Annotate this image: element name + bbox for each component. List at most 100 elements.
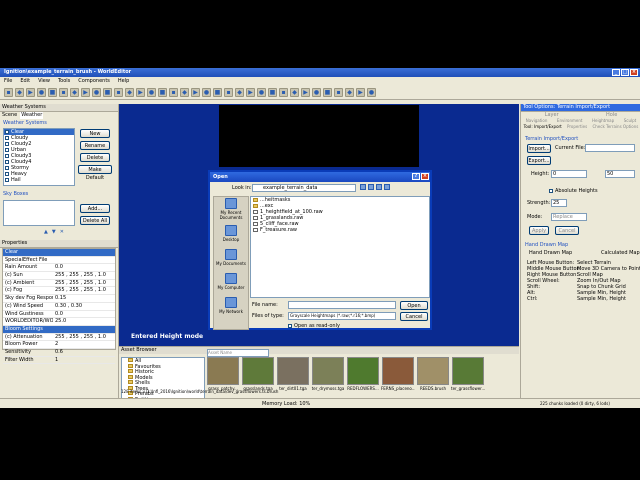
import-button[interactable]: Import... bbox=[527, 144, 551, 153]
asset-thumbnail[interactable]: FERNS_placeno... bbox=[381, 357, 415, 401]
weather-checkbox[interactable] bbox=[5, 160, 9, 164]
close-button[interactable]: × bbox=[630, 69, 638, 76]
copy-icon[interactable]: ◆ bbox=[70, 88, 79, 97]
pause-icon[interactable]: ■ bbox=[158, 88, 167, 97]
asset-thumbnail[interactable]: ter_drymoss.tga bbox=[312, 357, 344, 401]
save-icon[interactable]: ▶ bbox=[26, 88, 35, 97]
place-shortcut[interactable]: My Computer bbox=[214, 269, 248, 293]
maximize-button[interactable]: □ bbox=[621, 69, 629, 76]
dialog-help-button[interactable]: ? bbox=[412, 173, 420, 180]
property-row[interactable]: (c) Sun 255 , 255 , 255 , 1.0 bbox=[3, 272, 115, 280]
open-file-icon[interactable]: ◆ bbox=[15, 88, 24, 97]
weather-checkbox[interactable] bbox=[5, 142, 9, 146]
weather-checkbox[interactable] bbox=[5, 166, 9, 170]
property-row[interactable]: (c) Fog 255 , 255 , 255 , 1.0 bbox=[3, 287, 115, 296]
grid-icon[interactable]: ▪ bbox=[169, 88, 178, 97]
property-value[interactable] bbox=[53, 326, 115, 333]
file-name-input[interactable] bbox=[288, 301, 396, 309]
play-icon[interactable]: ▶ bbox=[136, 88, 145, 97]
cut-icon[interactable]: ▪ bbox=[59, 88, 68, 97]
layer-icon[interactable]: ◆ bbox=[345, 88, 354, 97]
property-row[interactable]: Bloom Power 2 bbox=[3, 341, 115, 349]
property-value[interactable]: 2 bbox=[53, 341, 115, 348]
move-up-icon[interactable]: ▲ bbox=[44, 229, 48, 235]
property-row[interactable]: Rain Amount 0.0 bbox=[3, 264, 115, 273]
tab-check-terrains[interactable]: Check Terrains Options bbox=[592, 124, 638, 130]
property-row[interactable]: WORLDEDITOR/WORLD25.0 bbox=[3, 318, 115, 326]
delete-button[interactable]: Delete bbox=[80, 153, 110, 162]
property-value[interactable]: 255 , 255 , 255 , 1.0 bbox=[53, 334, 115, 341]
property-value[interactable]: 0.0 bbox=[53, 311, 115, 318]
weather-checkbox[interactable] bbox=[5, 172, 9, 176]
property-row[interactable]: (c) Attenuation 255 , 255 , 255 , 1.0 bbox=[3, 334, 115, 342]
apply-button[interactable]: Apply bbox=[529, 226, 549, 235]
select-icon[interactable]: ● bbox=[92, 88, 101, 97]
weather-checkbox[interactable] bbox=[5, 154, 9, 158]
weather-checkbox[interactable] bbox=[5, 136, 9, 140]
file-list[interactable]: ...heitmasks ...exc 1_heightfield_at_100.r… bbox=[250, 196, 430, 298]
sky-boxes-list[interactable] bbox=[3, 200, 75, 226]
snap-icon[interactable]: ◆ bbox=[180, 88, 189, 97]
flatten-icon[interactable]: ◆ bbox=[290, 88, 299, 97]
tab-weather[interactable]: Weather bbox=[20, 112, 44, 119]
settings-icon[interactable]: ▪ bbox=[334, 88, 343, 97]
property-value[interactable]: 255 , 255 , 255 , 1.0 bbox=[53, 280, 115, 287]
readonly-checkbox[interactable]: Open as read-only bbox=[288, 323, 340, 329]
absolute-heights-checkbox[interactable]: Absolute Heights bbox=[549, 188, 598, 194]
dialog-close-button[interactable]: × bbox=[421, 173, 429, 180]
delete-all-button[interactable]: Delete All bbox=[80, 216, 110, 225]
make-default-button[interactable]: Make Default bbox=[78, 165, 112, 181]
new-folder-icon[interactable] bbox=[376, 184, 382, 190]
property-row[interactable]: Clear bbox=[3, 249, 115, 257]
place-shortcut[interactable]: My Network bbox=[214, 293, 248, 317]
stop-icon[interactable]: ● bbox=[147, 88, 156, 97]
property-row[interactable]: Wind Gustiness 0.0 bbox=[3, 311, 115, 319]
minimize-button[interactable]: _ bbox=[612, 69, 620, 76]
light-icon[interactable]: ● bbox=[202, 88, 211, 97]
property-value[interactable]: 1 bbox=[53, 357, 115, 364]
property-row[interactable]: SpecialEffect File bbox=[3, 257, 115, 265]
menu-view[interactable]: View bbox=[38, 77, 50, 86]
file-item[interactable]: F_treasure.raw bbox=[251, 227, 429, 233]
back-icon[interactable] bbox=[360, 184, 366, 190]
property-value[interactable] bbox=[53, 249, 115, 256]
place-shortcut[interactable]: Desktop bbox=[214, 221, 248, 245]
asset-thumbnail[interactable]: ter_grassflower... bbox=[451, 357, 485, 401]
property-value[interactable] bbox=[53, 257, 115, 264]
add-skybox-button[interactable]: Add... bbox=[80, 204, 110, 213]
preview-icon[interactable]: ▶ bbox=[356, 88, 365, 97]
menu-edit[interactable]: Edit bbox=[20, 77, 30, 86]
new-file-icon[interactable]: ▪ bbox=[4, 88, 13, 97]
property-value[interactable]: 25.0 bbox=[53, 318, 115, 325]
object-icon[interactable]: ● bbox=[312, 88, 321, 97]
camera-icon[interactable]: ▶ bbox=[191, 88, 200, 97]
lower-icon[interactable]: ▪ bbox=[279, 88, 288, 97]
property-value[interactable]: 255 , 255 , 255 , 1.0 bbox=[53, 287, 115, 294]
tab-properties[interactable]: Properties bbox=[567, 124, 587, 130]
rotate-icon[interactable]: ▪ bbox=[114, 88, 123, 97]
brush-icon[interactable]: ◆ bbox=[235, 88, 244, 97]
property-row[interactable]: Filter Width 1 bbox=[3, 357, 115, 365]
property-value[interactable]: 0.15 bbox=[53, 295, 115, 302]
height-max-input[interactable]: 50 bbox=[605, 170, 635, 178]
weather-checkbox[interactable] bbox=[5, 130, 9, 134]
mesh-icon[interactable]: ▶ bbox=[301, 88, 310, 97]
redo-icon[interactable]: ■ bbox=[48, 88, 57, 97]
dialog-cancel-button[interactable]: Cancel bbox=[400, 312, 428, 321]
raise-icon[interactable]: ■ bbox=[268, 88, 277, 97]
paint-icon[interactable]: ▪ bbox=[224, 88, 233, 97]
mode-select[interactable]: Replace bbox=[551, 213, 587, 221]
place-shortcut[interactable]: My Recent Documents bbox=[214, 197, 248, 221]
strength-input[interactable]: 25 bbox=[551, 199, 567, 207]
file-type-select[interactable]: Grayscale Heightmaps (*.raw;*.r16;*.bmp) bbox=[288, 312, 396, 320]
property-row[interactable]: Sensitivity 0.6 bbox=[3, 349, 115, 357]
menu-tools[interactable]: Tools bbox=[58, 77, 70, 86]
weather-list[interactable]: Clear Cloudy Cloudy2 Urban Cloudy3 Cloudy4 Sto… bbox=[3, 128, 75, 186]
asset-thumbnail[interactable]: REDFLOWERS... bbox=[347, 357, 379, 401]
menu-help[interactable]: Help bbox=[118, 77, 129, 86]
property-row[interactable]: Sky dev Fog Response0.15 bbox=[3, 295, 115, 303]
property-row[interactable]: (c) Ambient 255 , 255 , 255 , 1.0 bbox=[3, 280, 115, 288]
up-folder-icon[interactable] bbox=[368, 184, 374, 190]
weather-checkbox[interactable] bbox=[5, 178, 9, 182]
open-button[interactable]: Open bbox=[400, 301, 428, 310]
